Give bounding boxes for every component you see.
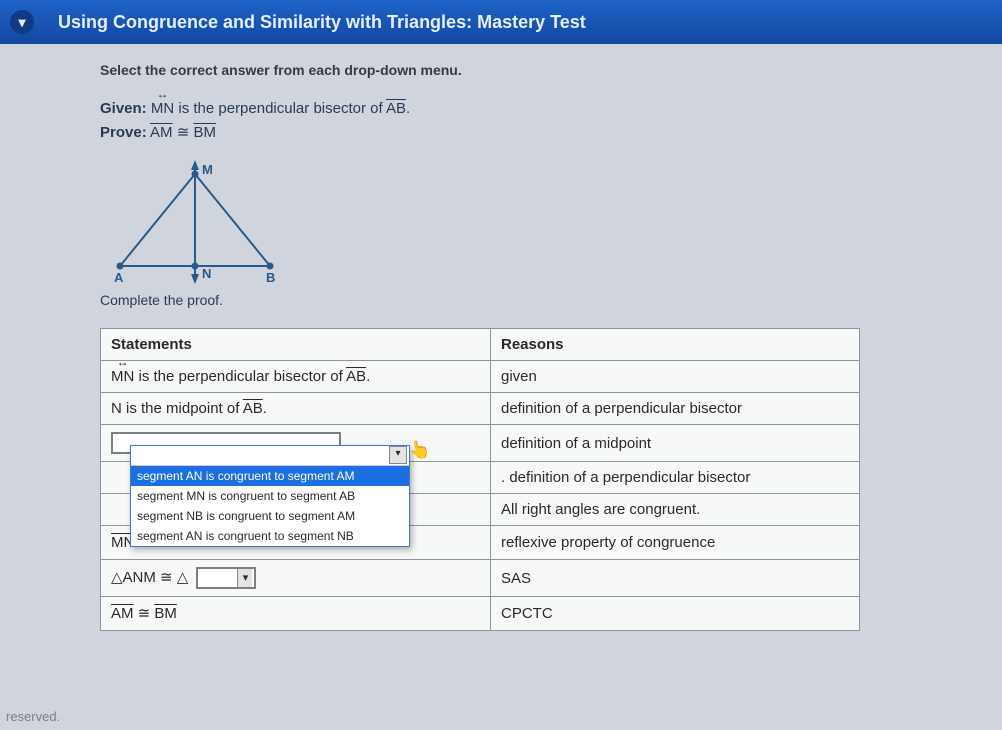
statement-cell: N is the midpoint of AB. — [101, 393, 491, 425]
given-mid: is the perpendicular bisector of — [178, 100, 382, 117]
reason-cell: CPCTC — [491, 597, 860, 631]
prove-line: Prove: AM ≅ BM — [100, 123, 982, 142]
reason-cell: definition of a midpoint — [491, 425, 860, 462]
segment-ab: AB — [386, 100, 406, 117]
reasons-header: Reasons — [491, 329, 860, 361]
icon-glyph: ▾ — [18, 14, 25, 31]
vertex-b-label: B — [266, 270, 275, 285]
congruent-symbol: ≅ — [177, 125, 190, 141]
instruction-text: Select the correct answer from each drop… — [100, 62, 982, 78]
given-label: Given: — [100, 100, 147, 117]
segment-am: AM — [150, 124, 173, 141]
vertex-n-label: N — [202, 266, 211, 281]
dropdown-option[interactable]: segment NB is congruent to segment AM — [131, 506, 409, 526]
footer-text: reserved. — [6, 709, 60, 724]
dropdown-combo[interactable] — [131, 446, 409, 466]
segment-bm: BM — [193, 124, 216, 141]
title-bar: ▾ Using Congruence and Similarity with T… — [0, 0, 1002, 44]
triangle-figure: A B M N — [100, 156, 982, 286]
reason-cell: reflexive property of congruence — [491, 526, 860, 560]
statement-cell: AM ≅ BM — [101, 597, 491, 631]
reason-cell: All right angles are congruent. — [491, 494, 860, 526]
dropdown-option[interactable]: segment MN is congruent to segment AB — [131, 486, 409, 506]
table-row: N is the midpoint of AB. definition of a… — [101, 393, 860, 425]
dropdown-option[interactable]: segment AN is congruent to segment NB — [131, 526, 409, 546]
table-header-row: Statements Reasons — [101, 329, 860, 361]
reason-cell: SAS — [491, 560, 860, 597]
statement-dropdown-list[interactable]: segment AN is congruent to segment AM se… — [130, 445, 410, 547]
line-mn: MN — [151, 100, 174, 117]
table-row: AM ≅ BM CPCTC — [101, 597, 860, 631]
statement-cell: △ANM ≅ △ — [101, 560, 491, 597]
reason-cell: definition of a perpendicular bisector — [491, 393, 860, 425]
statement-cell: MN is the perpendicular bisector of AB. — [101, 361, 491, 393]
dropdown-option[interactable]: segment AN is congruent to segment AM — [131, 466, 409, 486]
reason-cell: given — [491, 361, 860, 393]
reason-cell: . definition of a perpendicular bisector — [491, 462, 860, 494]
table-row: MN is the perpendicular bisector of AB. … — [101, 361, 860, 393]
cursor-icon: 👆 — [406, 438, 432, 463]
table-row: △ANM ≅ △ SAS — [101, 560, 860, 597]
statements-header: Statements — [101, 329, 491, 361]
page-title: Using Congruence and Similarity with Tri… — [58, 12, 586, 33]
vertex-m-label: M — [202, 162, 213, 177]
prove-label: Prove: — [100, 124, 147, 141]
vertex-a-label: A — [114, 270, 124, 285]
given-line: Given: MN is the perpendicular bisector … — [100, 100, 982, 117]
complete-proof-label: Complete the proof. — [100, 292, 982, 308]
arrow-down-icon[interactable]: ▾ — [10, 10, 34, 34]
triangle-dropdown[interactable] — [196, 567, 256, 589]
